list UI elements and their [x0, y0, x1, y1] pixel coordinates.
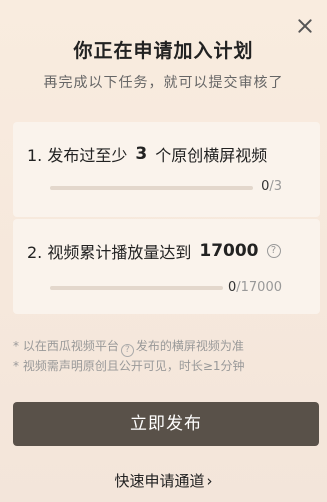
task-card-videos: 1. 发布过至少 3 个原创横屏视频 0/3 [13, 122, 320, 217]
progress-current: 0 [227, 280, 237, 295]
task-title: 1. 发布过至少 3 个原创横屏视频 [27, 142, 267, 166]
note-text: 发布的横屏视频为准 [135, 339, 244, 353]
progress-bar [50, 186, 253, 190]
dialog-title: 你正在申请加入计划 [73, 40, 254, 62]
task-prefix: 1. 发布过至少 [27, 146, 128, 165]
task-prefix: 2. 视频累计播放量达到 [27, 243, 192, 262]
progress-text: 0/17000 [228, 280, 282, 295]
fast-application-link[interactable]: 快速申请通道 › [0, 470, 327, 491]
progress-text: 0/3 [261, 179, 282, 194]
note-text: * 以在西瓜视频平台 [13, 339, 119, 353]
progress-total: /3 [269, 179, 282, 194]
note-line-platform: * 以在西瓜视频平台? 发布的横屏视频为准 [13, 337, 318, 357]
help-icon[interactable]: ? [120, 344, 134, 357]
task-card-views: 2. 视频累计播放量达到 17000 ? 0/17000 [13, 219, 320, 314]
dialog-subtitle: 再完成以下任务，就可以提交审核了 [43, 75, 284, 91]
task-suffix: 个原创横屏视频 [155, 146, 268, 165]
fast-application-label: 快速申请通道 [114, 472, 205, 490]
task-target-number: 17000 [199, 241, 259, 261]
notes: * 以在西瓜视频平台? 发布的横屏视频为准 * 视频需声明原创且公开可见，时长≥1… [13, 337, 318, 375]
progress-total: /17000 [236, 280, 282, 295]
task-target-number: 3 [135, 144, 148, 164]
chevron-right-icon: › [206, 472, 213, 490]
help-icon[interactable]: ? [266, 244, 281, 258]
progress-bar [50, 286, 223, 290]
publish-button[interactable]: 立即发布 [13, 402, 319, 446]
close-icon[interactable] [297, 18, 313, 34]
note-line-requirements: * 视频需声明原创且公开可见，时长≥1分钟 [13, 359, 245, 373]
task-title: 2. 视频累计播放量达到 17000 ? [27, 239, 281, 263]
